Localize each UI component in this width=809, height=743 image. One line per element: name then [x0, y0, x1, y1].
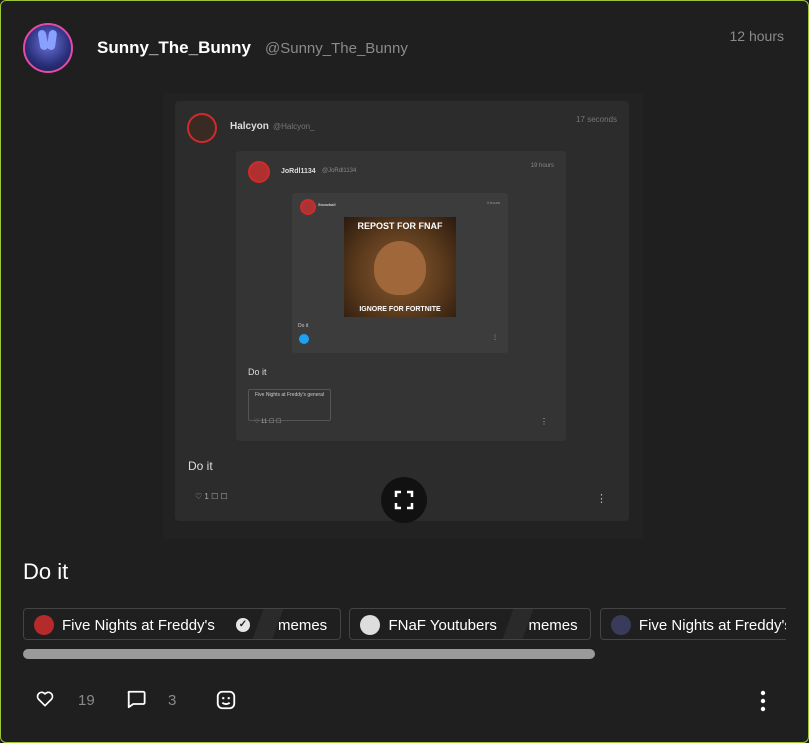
community-tag[interactable]: Five Nights at Freddy's — [599, 608, 786, 640]
subcommunity-name: memes — [278, 617, 328, 634]
tags-scrollbar[interactable] — [23, 649, 595, 659]
comment-icon — [127, 690, 146, 709]
community-name: FNaF Youtubers — [388, 617, 497, 634]
like-icon — [299, 334, 309, 344]
meme-image: REPOST FOR FNAF IGNORE FOR FORTNITE — [344, 217, 456, 317]
meme-bottom-text: IGNORE FOR FORTNITE — [359, 306, 441, 313]
community-avatar — [34, 615, 54, 635]
embedded-actions: ♡ 11 ☐ ☐ — [254, 419, 282, 425]
embedded-likes: 1 — [204, 492, 209, 501]
post-username[interactable]: Sunny_The_Bunny — [97, 38, 251, 58]
embedded-avatar — [248, 161, 270, 183]
post-image[interactable]: Halcyon @Halcyon_ 17 seconds JoRdl1134 @… — [163, 93, 643, 539]
embedded-actions: ♡ 1 ☐ ☐ — [195, 492, 228, 501]
like-button[interactable] — [35, 689, 55, 714]
expand-image-button[interactable] — [381, 477, 427, 523]
heart-icon — [36, 691, 54, 707]
community-tags: Five Nights at Freddy's ✓ memes FNaF You… — [23, 608, 786, 644]
comment-count: 3 — [168, 692, 177, 709]
embedded-text: Do it — [188, 459, 213, 473]
post-text: Do it — [23, 559, 69, 584]
embedded-username: Snowball — [318, 202, 336, 207]
embedded-username: JoRdl1134 — [281, 168, 316, 175]
community-tag[interactable]: FNaF Youtubers memes — [349, 608, 592, 640]
embedded-likes: 11 — [261, 419, 268, 425]
community-name: Five Nights at Freddy's — [638, 617, 786, 634]
emoji-icon — [216, 690, 236, 710]
user-avatar[interactable] — [23, 23, 73, 73]
post-card: Sunny_The_Bunny @Sunny_The_Bunny 12 hour… — [0, 0, 809, 743]
meme-top-text: REPOST FOR FNAF — [357, 221, 443, 231]
freddy-bear-icon — [374, 241, 426, 295]
expand-icon — [394, 490, 414, 510]
embedded-text: Do it — [248, 367, 267, 377]
embedded-handle: @JoRdl1134 — [322, 168, 357, 174]
embedded-text: Do it — [298, 323, 309, 329]
embedded-time: 19 hours — [530, 163, 554, 169]
more-vertical-icon — [760, 690, 766, 712]
community-avatar — [610, 615, 631, 635]
embedded-username: Halcyon — [230, 121, 269, 132]
embedded-post-level3: Snowball 4 hours REPOST FOR FNAF IGNORE … — [292, 193, 508, 353]
community-name: Five Nights at Freddy's — [62, 617, 215, 634]
post-handle[interactable]: @Sunny_The_Bunny — [265, 40, 408, 57]
subcommunity-name: memes — [528, 617, 578, 634]
embedded-time: 4 hours — [486, 200, 500, 205]
community-tag[interactable]: Five Nights at Freddy's ✓ memes — [23, 608, 341, 640]
embedded-tag: Five Nights at Freddy's general — [248, 389, 332, 421]
post-timestamp: 12 hours — [729, 28, 784, 44]
more-options-button[interactable] — [758, 689, 768, 718]
like-count: 19 — [78, 692, 95, 709]
comment-button[interactable] — [125, 689, 147, 714]
embedded-time: 17 seconds — [576, 115, 617, 124]
more-icon: ⋮ — [492, 335, 498, 341]
more-icon: ⋮ — [540, 417, 548, 426]
embedded-avatar — [187, 113, 217, 143]
embedded-post-level1: Halcyon @Halcyon_ 17 seconds JoRdl1134 @… — [175, 101, 629, 523]
embedded-handle: @Halcyon_ — [273, 122, 315, 131]
verified-icon: ✓ — [236, 618, 250, 632]
more-icon: ⋮ — [596, 493, 607, 505]
embedded-avatar — [300, 199, 316, 215]
embedded-post-level2: JoRdl1134 @JoRdl1134 19 hours Snowball 4… — [236, 151, 566, 441]
community-avatar — [360, 615, 381, 635]
react-button[interactable] — [215, 689, 237, 716]
